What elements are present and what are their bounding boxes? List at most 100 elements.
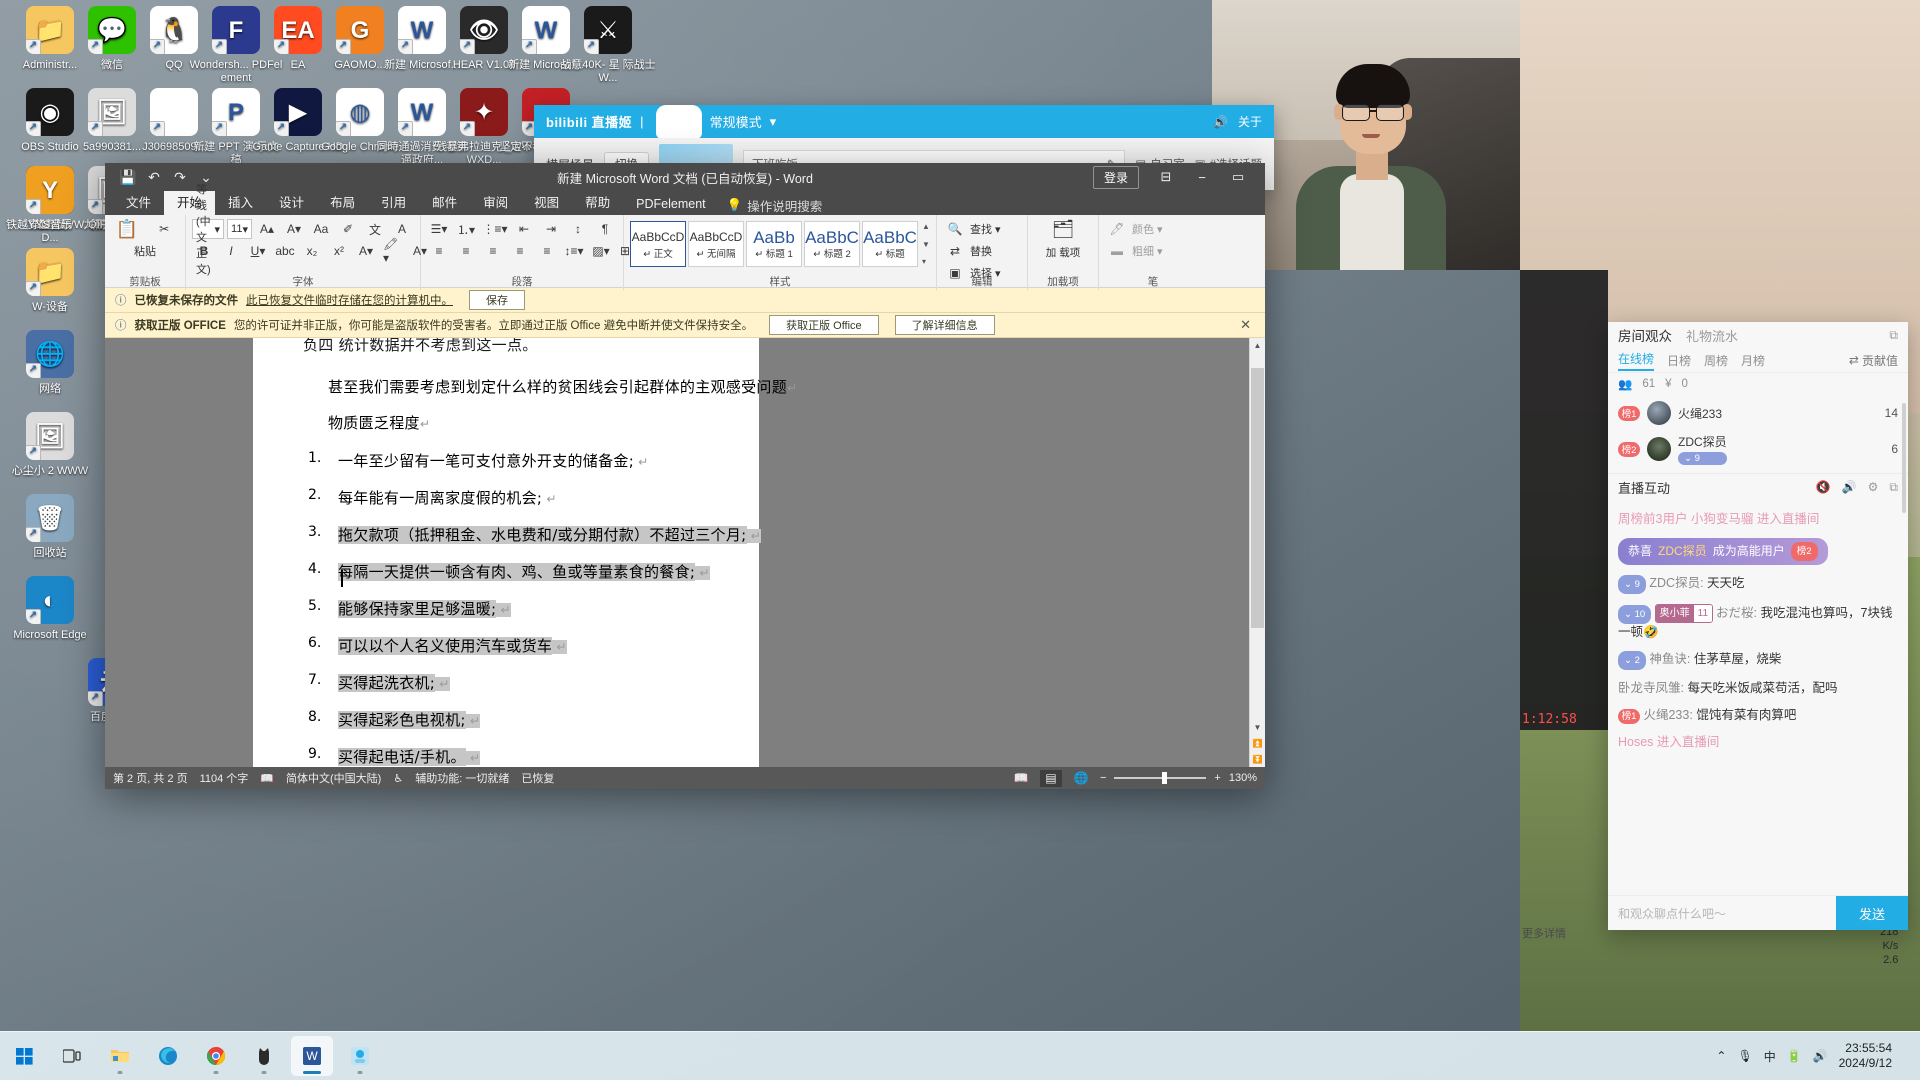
scroll-down-button[interactable]: ▼ — [1250, 720, 1265, 735]
live-tool-taskbar-button[interactable] — [339, 1036, 381, 1076]
align-left-icon[interactable]: ≡ — [427, 241, 451, 261]
ribbon-tab-7[interactable]: 审阅 — [470, 189, 521, 215]
tab-gift-log[interactable]: 礼物流水 — [1686, 326, 1738, 345]
close-notification-icon[interactable]: ✕ — [1236, 317, 1255, 333]
ribbon-tab-9[interactable]: 帮助 — [572, 189, 623, 215]
strikethrough-icon[interactable]: abc — [273, 241, 297, 261]
styles-scroll-down-icon[interactable]: ▼ — [922, 240, 930, 249]
italic-icon[interactable]: I — [219, 241, 243, 261]
contribution-sort[interactable]: ⇄ 贡献值 — [1849, 352, 1898, 369]
clock[interactable]: 23:55:54 2024/9/12 — [1839, 1041, 1892, 1071]
desktop-icon-image[interactable]: 🖼 ↗ 心尘小 2 WWW — [2, 412, 98, 478]
replace-label[interactable]: 替换 — [970, 243, 992, 259]
document-area[interactable]: 负四 统计数据并不考虑到这一点。 甚至我们需要考虑到划定什么样的贫困线会引起群体… — [105, 338, 1265, 767]
chat-message-list[interactable]: 周榜前3用户 小狗变马骝 进入直播间 恭喜 ZDC探员 成为高能用户 榜2 ⌄ 9 ZDC… — [1608, 500, 1908, 895]
minimize-button[interactable]: − — [1185, 165, 1219, 189]
volume-icon[interactable]: 🔊 — [1813, 1049, 1828, 1063]
previous-page-button[interactable]: ⏫ — [1250, 736, 1265, 751]
show-marks-icon[interactable]: ¶ — [593, 219, 617, 239]
edge-button[interactable] — [147, 1036, 189, 1076]
msg-name-6[interactable]: 火绳233: — [1643, 708, 1692, 722]
style-4[interactable]: AaBbC ↵ 标题 — [862, 221, 918, 267]
chevron-up-icon[interactable]: ⌃ — [1716, 1049, 1726, 1063]
msg-name-2[interactable]: ZDC探员: — [1649, 576, 1703, 590]
desktop-icon-edge[interactable]: ◐ ↗ Microsoft Edge — [2, 576, 98, 642]
word-window[interactable]: 💾 ↶ ↷ ⌄ 新建 Microsoft Word 文档 (已自动恢复) - W… — [105, 163, 1265, 789]
addins-icon[interactable]: 🗂 — [1050, 219, 1077, 239]
desktop-icon-network[interactable]: 🌐 ↗ 网络 — [2, 330, 98, 396]
line-spacing-icon[interactable]: ↕≡▾ — [562, 241, 586, 261]
zoom-slider-knob[interactable] — [1162, 772, 1168, 784]
increase-indent-icon[interactable]: ⇥ — [539, 219, 563, 239]
msg-name-4[interactable]: 神鱼诀: — [1649, 652, 1690, 666]
more-detail-link[interactable]: 更多详情 — [1522, 925, 1566, 941]
msg-name-5[interactable]: 卧龙寺凤雏: — [1618, 681, 1684, 695]
learn-more-button[interactable]: 了解详细信息 — [894, 315, 995, 335]
speaker-icon[interactable]: 🔊 — [1213, 115, 1228, 129]
chat-input[interactable]: 和观众聊点什么吧～ — [1618, 905, 1836, 922]
chrome-button[interactable] — [195, 1036, 237, 1076]
style-2[interactable]: AaBb ↵ 标题 1 — [746, 221, 802, 267]
avatar-2[interactable] — [1647, 437, 1671, 461]
style-1[interactable]: AaBbCcD ↵ 无间隔 — [688, 221, 744, 267]
desktop-icon-game40k[interactable]: ⚔ ↗ 战意40K- 星 际战士 W... — [560, 6, 656, 85]
taskbar[interactable]: W ⌃ 🎙 中 🔋 🔊 23:55:54 2024/9/12 — [0, 1031, 1920, 1080]
grow-font-icon[interactable]: A▴ — [255, 219, 279, 239]
tell-me-search[interactable]: 💡 操作说明搜索 — [719, 196, 823, 215]
start-button[interactable] — [3, 1036, 45, 1076]
clear-formatting-icon[interactable]: ✐ — [336, 219, 360, 239]
popout-icon-2[interactable]: ⧉ — [1889, 480, 1898, 495]
ime-indicator[interactable]: 中 — [1764, 1048, 1776, 1065]
speaker-icon[interactable]: 🔊 — [1842, 480, 1857, 495]
font-name-combo[interactable]: 等线 (中文正文) ▾ — [192, 184, 225, 276]
popout-icon[interactable]: ⧉ — [1889, 328, 1898, 343]
undo-icon[interactable]: ↶ — [141, 166, 167, 188]
sort-icon[interactable]: ↕ — [566, 219, 590, 239]
tab-room-viewers[interactable]: 房间观众 — [1618, 325, 1672, 345]
read-view-icon[interactable]: 📖 — [1010, 770, 1032, 787]
msg-name-3[interactable]: おだ桜: — [1716, 606, 1757, 620]
proofing-icon[interactable]: 📖 — [260, 772, 274, 785]
rank-tab-daily[interactable]: 日榜 — [1667, 352, 1691, 369]
ribbon-tab-3[interactable]: 设计 — [266, 189, 317, 215]
desktop-icon-recycle[interactable]: 🗑 ↗ 回收站 — [2, 494, 98, 560]
addins-label[interactable]: 加 载项 — [1046, 247, 1080, 259]
replace-icon[interactable]: ⇄ — [943, 241, 967, 261]
accessibility-label[interactable]: 辅助功能: 一切就绪 — [415, 770, 509, 786]
font-size-combo[interactable]: 11 ▾ — [227, 219, 252, 239]
send-button[interactable]: 发送 — [1836, 896, 1908, 930]
chat-input-row[interactable]: 和观众聊点什么吧～ 发送 — [1608, 895, 1908, 930]
web-view-icon[interactable]: 🌐 — [1070, 770, 1092, 787]
styles-scroll-up-icon[interactable]: ▲ — [922, 222, 930, 231]
show-desktop-button[interactable] — [1903, 1049, 1908, 1063]
styles-more-icon[interactable]: ▾ — [922, 257, 930, 266]
change-case-icon[interactable]: Aa — [309, 219, 333, 239]
bullets-icon[interactable]: ☰▾ — [427, 219, 451, 239]
paste-icon[interactable]: 📋 — [114, 219, 140, 239]
rank-name-1[interactable]: 火绳233 — [1678, 405, 1722, 422]
desktop-icon-folder[interactable]: 📁 ↗ W-设备 — [2, 248, 98, 314]
text-highlight-icon[interactable]: 🖍▾ — [381, 237, 405, 265]
file-explorer-button[interactable] — [99, 1036, 141, 1076]
task-view-button[interactable] — [51, 1036, 93, 1076]
zoom-level[interactable]: 130% — [1229, 772, 1257, 784]
align-right-icon[interactable]: ≡ — [481, 241, 505, 261]
mute-icon[interactable]: 🔇 — [1816, 480, 1831, 495]
superscript-icon[interactable]: x² — [327, 241, 351, 261]
rank-name-2[interactable]: ZDC探员 — [1678, 433, 1727, 450]
bold-icon[interactable]: B — [192, 241, 216, 261]
subscript-icon[interactable]: x₂ — [300, 241, 324, 261]
rank-tab-online[interactable]: 在线榜 — [1618, 350, 1655, 371]
style-3[interactable]: AaBbC ↵ 标题 2 — [804, 221, 860, 267]
ribbon-tab-5[interactable]: 引用 — [368, 189, 419, 215]
document-scrollbar[interactable]: ▲ ▼ ⏫ ⏬ — [1249, 338, 1265, 767]
document-page[interactable]: 负四 统计数据并不考虑到这一点。 甚至我们需要考虑到划定什么样的贫困线会引起群体… — [253, 338, 797, 767]
avatar-1[interactable] — [1647, 401, 1671, 425]
language-label[interactable]: 简体中文(中国大陆) — [286, 770, 381, 786]
find-label[interactable]: 查找 — [970, 221, 992, 237]
multilevel-list-icon[interactable]: ⋮≡▾ — [481, 219, 509, 239]
ribbon-tab-8[interactable]: 视图 — [521, 189, 572, 215]
mic-icon[interactable]: 🎙 — [1737, 1049, 1752, 1063]
word-taskbar-button[interactable]: W — [291, 1036, 333, 1076]
underline-icon[interactable]: U ▾ — [246, 241, 270, 261]
